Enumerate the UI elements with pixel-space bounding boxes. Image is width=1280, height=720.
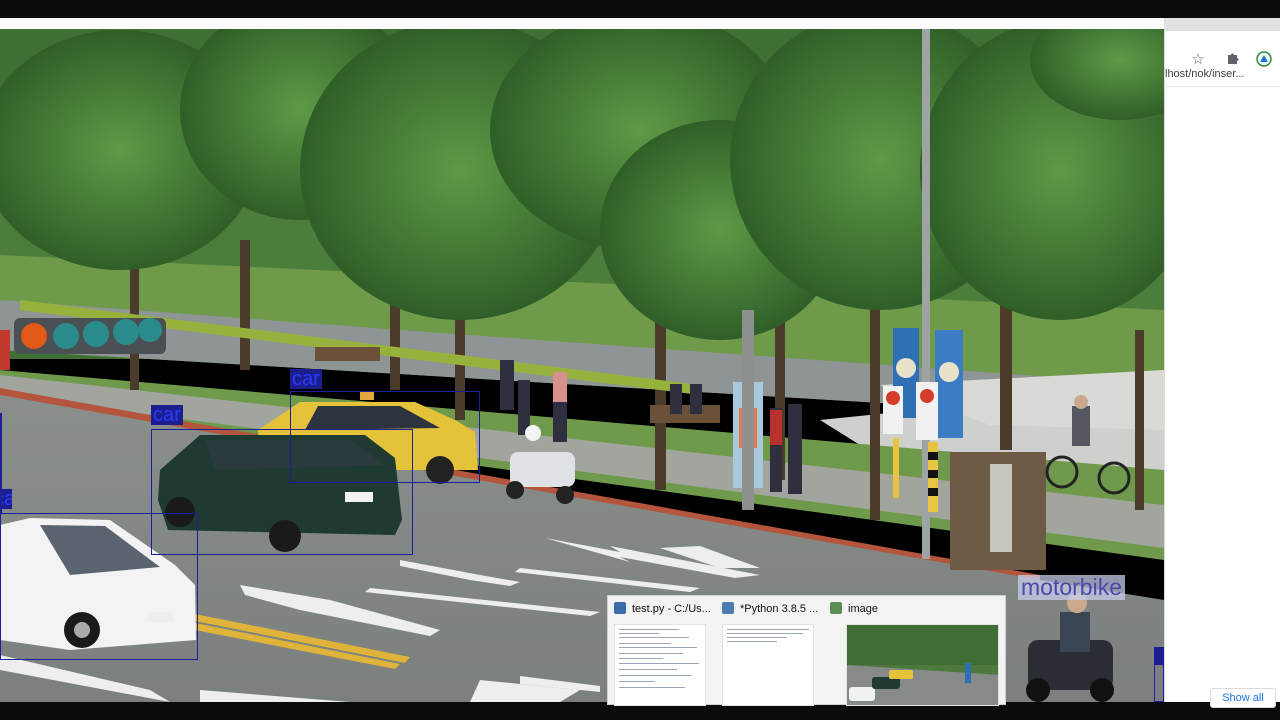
show-all-button[interactable]: Show all <box>1210 688 1276 708</box>
thumbnail-python-shell[interactable]: *Python 3.8.5 ... <box>716 596 822 706</box>
thumbnail-test-py[interactable]: test.py - C:/Us... <box>608 596 714 706</box>
detection-label-motorbike: motorbike <box>1018 575 1125 600</box>
detection-label-taxi: car <box>290 368 322 390</box>
thumbnail-title: image <box>848 603 878 615</box>
detection-label-van: car <box>151 404 183 426</box>
thumbnail-title: test.py - C:/Us... <box>632 603 711 615</box>
thumbnail-preview-image <box>846 624 999 706</box>
toolbar-divider <box>1165 86 1280 87</box>
thumbnail-preview-shell <box>722 624 814 706</box>
window-title-strip <box>0 18 1164 29</box>
detection-label-partial-right <box>1154 647 1164 665</box>
puzzle-icon[interactable] <box>1224 51 1242 69</box>
address-bar-url[interactable]: lhost/nok/inser... <box>1165 68 1280 82</box>
screen: car car car motorbike ☆ lhost/nok/inser.… <box>0 0 1280 720</box>
image-window-icon <box>830 602 842 614</box>
star-icon[interactable]: ☆ <box>1189 51 1207 69</box>
thumbnail-preview-code <box>614 624 706 706</box>
python-shell-icon <box>722 602 734 614</box>
top-black-bar <box>0 0 1280 18</box>
thumbnail-title: *Python 3.8.5 ... <box>740 603 819 615</box>
python-file-icon <box>614 602 626 614</box>
browser-toolbar: ☆ <box>1165 31 1280 68</box>
browser-window: ☆ lhost/nok/inser... <box>1164 18 1280 702</box>
browser-tab-strip[interactable] <box>1165 18 1280 31</box>
detection-box-white-car <box>0 513 198 660</box>
extension-logo-icon[interactable] <box>1255 51 1273 69</box>
taskbar-thumbnail-popup: test.py - C:/Us... *Python 3.8.5 ... ima… <box>607 595 1007 706</box>
detection-box-partial-left <box>0 413 2 513</box>
thumbnail-image-window[interactable]: image <box>824 596 1007 706</box>
